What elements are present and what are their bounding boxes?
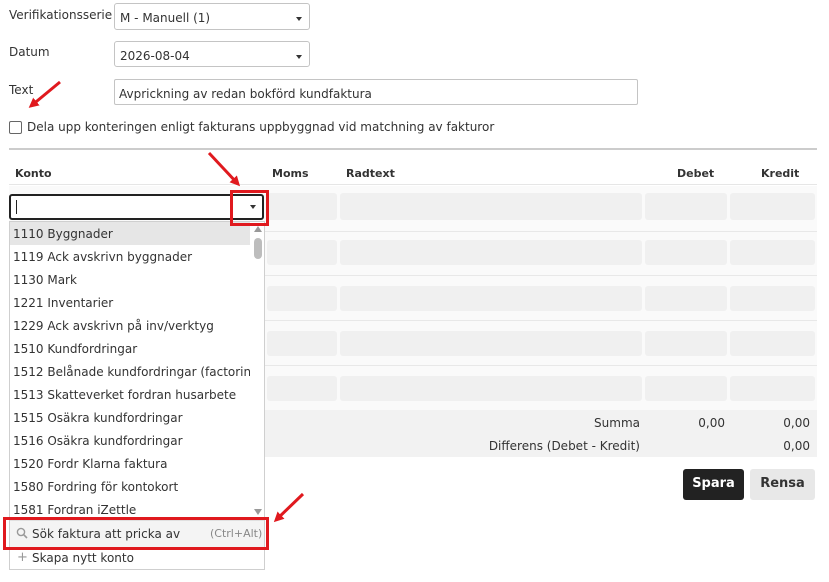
annotation-arrow <box>207 151 241 187</box>
annotation-arrows <box>28 80 305 523</box>
annotation-arrow <box>28 80 61 108</box>
annotation-arrow <box>273 492 305 523</box>
